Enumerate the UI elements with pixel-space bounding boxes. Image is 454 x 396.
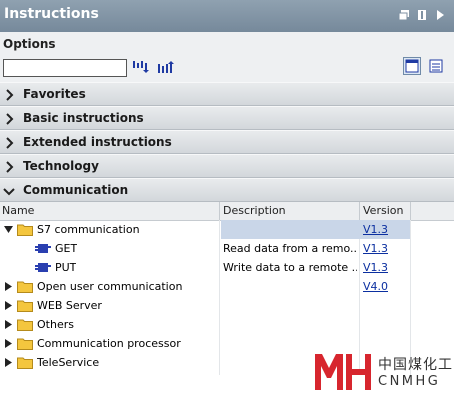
arrow-right-icon[interactable] [434, 9, 446, 21]
tree-row-name: Open user communication [37, 280, 183, 293]
function-block-icon [35, 244, 51, 253]
section-label: Communication [23, 183, 129, 197]
version-link[interactable]: V1.3 [363, 223, 388, 236]
expand-triangle-right-icon[interactable] [5, 320, 12, 329]
watermark-logo [315, 354, 371, 390]
section-label: Favorites [23, 87, 86, 101]
search-input[interactable] [3, 59, 127, 77]
panel-titlebar: Instructions [0, 0, 454, 32]
expand-triangle-right-icon[interactable] [5, 282, 12, 291]
tree-row-communication-processor[interactable]: Communication processor [0, 334, 454, 353]
grid-header: Name Description Version [0, 202, 454, 221]
panel-title: Instructions [4, 6, 99, 22]
options-label: Options [3, 37, 56, 51]
tree-row-name: PUT [55, 261, 77, 274]
chevron-right-icon [6, 113, 14, 125]
expand-all-icon[interactable] [132, 60, 150, 74]
tree-row-get[interactable]: GET Read data from a remo... V1.3 [0, 239, 454, 258]
collapse-all-icon[interactable] [157, 60, 175, 74]
chevron-right-icon [6, 137, 14, 149]
column-divider[interactable] [410, 202, 411, 220]
tree-row-s7-communication[interactable]: S7 communication V1.3 [0, 220, 454, 239]
tree-row-open-user-communication[interactable]: Open user communication V4.0 [0, 277, 454, 296]
folder-icon [17, 281, 33, 293]
function-block-icon [35, 263, 51, 272]
section-label: Technology [23, 159, 99, 173]
folder-icon [17, 300, 33, 312]
column-header-name[interactable]: Name [2, 204, 34, 217]
expand-triangle-right-icon[interactable] [5, 339, 12, 348]
tree-row-web-server[interactable]: WEB Server [0, 296, 454, 315]
section-label: Extended instructions [23, 135, 172, 149]
tree-row-put[interactable]: PUT Write data to a remote ... V1.3 [0, 258, 454, 277]
folder-icon [17, 338, 33, 350]
watermark-text-en: CNMHG [378, 374, 441, 389]
expand-triangle-down-icon[interactable] [4, 226, 13, 233]
section-label: Basic instructions [23, 111, 144, 125]
tree-row-name: GET [55, 242, 78, 255]
tree-row-description: Write data to a remote ... [223, 261, 357, 274]
section-technology[interactable]: Technology [0, 154, 454, 178]
section-extended-instructions[interactable]: Extended instructions [0, 130, 454, 154]
version-link[interactable]: V1.3 [363, 261, 388, 274]
folder-icon [17, 224, 33, 236]
expand-triangle-right-icon[interactable] [5, 358, 12, 367]
chevron-right-icon [6, 89, 14, 101]
chevron-right-icon [6, 161, 14, 173]
tree-row-name: Communication processor [37, 337, 181, 350]
restore-icon[interactable] [398, 9, 410, 21]
column-divider[interactable] [359, 202, 360, 220]
tree-row-name: Others [37, 318, 74, 331]
expand-triangle-right-icon[interactable] [5, 301, 12, 310]
tree-row-name: WEB Server [37, 299, 102, 312]
folder-icon [17, 319, 33, 331]
section-communication[interactable]: Communication [0, 178, 454, 202]
version-link[interactable]: V1.3 [363, 242, 388, 255]
tree-row-name: S7 communication [37, 223, 140, 236]
column-header-version[interactable]: Version [363, 204, 403, 217]
pin-icon[interactable] [416, 9, 428, 21]
tree-row-others[interactable]: Others [0, 315, 454, 334]
version-link[interactable]: V4.0 [363, 280, 388, 293]
section-favorites[interactable]: Favorites [0, 82, 454, 106]
view-list-icon[interactable] [427, 57, 445, 75]
watermark-text-cn: 中国煤化工 [378, 357, 453, 373]
chevron-down-icon [3, 188, 15, 196]
options-bar: Options [0, 32, 454, 83]
view-detail-icon[interactable] [403, 57, 421, 75]
column-divider[interactable] [219, 202, 220, 220]
tree-row-name: TeleService [37, 356, 100, 369]
column-header-description[interactable]: Description [223, 204, 286, 217]
section-basic-instructions[interactable]: Basic instructions [0, 106, 454, 130]
tree-row-description: Read data from a remo... [223, 242, 357, 255]
folder-icon [17, 357, 33, 369]
